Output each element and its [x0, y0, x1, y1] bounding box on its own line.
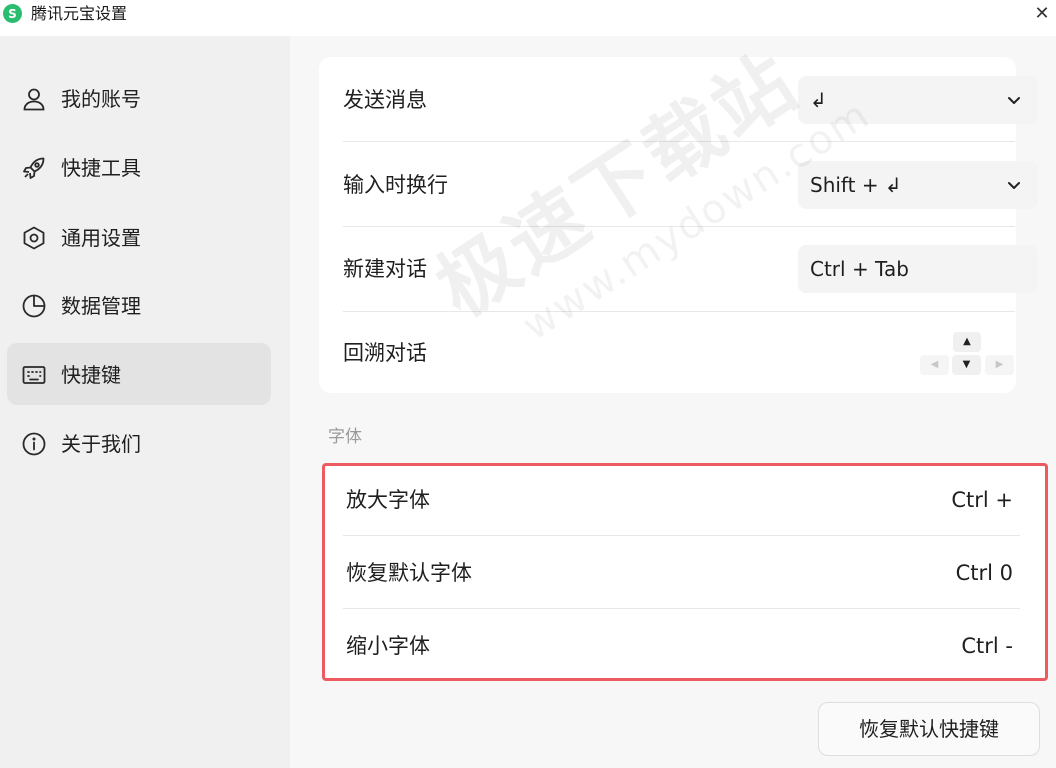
divider — [343, 608, 1020, 609]
font-row-value: Ctrl - — [961, 634, 1013, 658]
select-value: ↲ — [810, 88, 827, 112]
select-value: Shift + ↲ — [810, 173, 902, 197]
arrow-left-key[interactable]: ◀ — [920, 355, 949, 375]
shortcut-label: 新建对话 — [343, 257, 427, 281]
rocket-icon — [23, 157, 45, 179]
hexagon-settings-icon — [23, 226, 45, 250]
reset-shortcuts-button[interactable]: 恢复默认快捷键 — [818, 702, 1040, 756]
sidebar-item-label: 快捷工具 — [61, 156, 141, 180]
font-section-title: 字体 — [328, 427, 362, 447]
sidebar: 我的账号 快捷工具 通用设置 数据管理 快捷键 关于我们 — [0, 36, 290, 768]
arrow-down-key[interactable]: ▼ — [952, 355, 981, 375]
sidebar-item-about[interactable]: 关于我们 — [7, 412, 271, 474]
main-content: 发送消息 ↲ 输入时换行 Shift + ↲ 新建对话 Ctrl + Tab 回… — [290, 36, 1056, 768]
user-icon — [23, 88, 45, 111]
new-chat-key-input[interactable]: Ctrl + Tab — [798, 245, 1038, 293]
font-row-label: 放大字体 — [346, 488, 430, 512]
arrow-up-key[interactable]: ▲ — [953, 332, 981, 352]
arrow-right-key[interactable]: ▶ — [985, 355, 1014, 375]
app-logo-icon: S — [3, 4, 22, 23]
sidebar-item-account[interactable]: 我的账号 — [7, 67, 271, 129]
keyboard-icon — [22, 366, 46, 384]
window-title: 腾讯元宝设置 — [31, 4, 128, 23]
font-row-value: Ctrl 0 — [955, 561, 1013, 585]
chevron-down-icon — [1008, 97, 1020, 104]
sidebar-item-general-settings[interactable]: 通用设置 — [7, 206, 271, 268]
shortcut-card: 发送消息 ↲ 输入时换行 Shift + ↲ 新建对话 Ctrl + Tab 回… — [319, 57, 1038, 393]
shortcut-label: 输入时换行 — [343, 173, 448, 197]
sidebar-item-label: 关于我们 — [61, 432, 141, 456]
sidebar-item-quick-tools[interactable]: 快捷工具 — [7, 136, 271, 198]
sidebar-item-label: 数据管理 — [61, 294, 141, 318]
font-row-value: Ctrl + — [951, 488, 1013, 512]
newline-key-select[interactable]: Shift + ↲ — [798, 161, 1038, 209]
shortcut-row-newline: 输入时换行 Shift + ↲ — [343, 142, 1038, 227]
font-row-label: 恢复默认字体 — [346, 561, 472, 585]
shortcut-label: 回溯对话 — [343, 341, 427, 365]
shortcut-row-trace-back: 回溯对话 ▲ ◀ ▼ ▶ — [343, 312, 1015, 397]
sidebar-item-label: 快捷键 — [61, 363, 121, 387]
sidebar-item-shortcuts[interactable]: 快捷键 — [7, 343, 271, 405]
shortcut-row-send: 发送消息 ↲ — [343, 57, 1038, 142]
sidebar-item-data-management[interactable]: 数据管理 — [7, 274, 271, 336]
font-row-label: 缩小字体 — [346, 634, 430, 658]
divider — [343, 535, 1020, 536]
font-shortcut-card: 放大字体 Ctrl + 恢复默认字体 Ctrl 0 缩小字体 Ctrl - — [322, 463, 1048, 681]
sidebar-item-label: 我的账号 — [61, 87, 141, 111]
input-value: Ctrl + Tab — [810, 257, 909, 281]
close-button[interactable]: ✕ — [1030, 2, 1054, 26]
sidebar-item-label: 通用设置 — [61, 226, 141, 250]
shortcut-label: 发送消息 — [343, 88, 427, 112]
shortcut-row-new-chat: 新建对话 Ctrl + Tab — [343, 227, 1038, 312]
title-bar: S 腾讯元宝设置 ✕ — [0, 0, 1056, 36]
send-key-select[interactable]: ↲ — [798, 76, 1038, 124]
info-icon — [22, 432, 46, 456]
pie-chart-icon — [22, 294, 46, 318]
chevron-down-icon — [1008, 182, 1020, 189]
